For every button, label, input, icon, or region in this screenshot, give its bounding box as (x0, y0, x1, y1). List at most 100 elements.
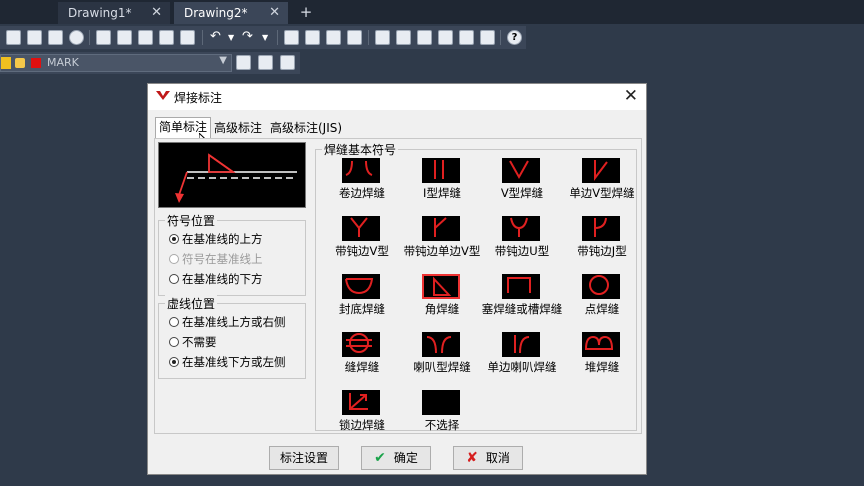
bevel-weld-icon (582, 158, 620, 183)
design-center-icon[interactable] (396, 30, 411, 45)
ok-button[interactable]: ✔ 确定 (361, 446, 431, 470)
plot-icon[interactable] (48, 30, 63, 45)
weld-symbol-none[interactable]: 不选择 (402, 390, 482, 440)
weld-symbol-label: I型焊缝 (423, 186, 461, 200)
tab-panel-simple: 符号位置 在基准线的上方 符号在基准线上 在基准线的下方 虚线位置 在基准线上方… (154, 138, 642, 434)
bevel-root-weld-icon (422, 216, 460, 241)
radio-dot (169, 274, 179, 284)
weld-symbol-y-weld[interactable]: 带钝边V型 (322, 216, 402, 266)
zoom-previous-icon[interactable] (347, 30, 362, 45)
surfacing-weld-icon (582, 332, 620, 357)
help-icon[interactable]: ? (507, 30, 522, 45)
close-icon[interactable]: ✕ (151, 2, 162, 24)
plug-weld-icon (502, 274, 540, 299)
weld-symbol-bevel-root-weld[interactable]: 带钝边单边V型 (402, 216, 482, 266)
weld-symbol-label: 锁边焊缝 (339, 418, 385, 432)
weld-symbol-bevel-weld[interactable]: 单边V型焊缝 (562, 158, 642, 208)
cut-icon[interactable] (96, 30, 111, 45)
layer-properties-icon[interactable] (236, 55, 251, 70)
new-tab-button[interactable]: + (298, 4, 314, 20)
weld-symbol-label: 堆焊缝 (584, 360, 620, 374)
chevron-down-icon[interactable]: ▼ (262, 30, 277, 45)
weld-symbol-spot-weld[interactable]: 点焊缝 (562, 274, 642, 324)
weld-symbol-flare-bevel-weld[interactable]: 单边喇叭焊缝 (482, 332, 562, 382)
tool-palettes-icon[interactable] (417, 30, 432, 45)
tab-drawing1[interactable]: Drawing1* ✕ (58, 2, 170, 24)
weld-symbol-flare-v-weld[interactable]: 喇叭型焊缝 (402, 332, 482, 382)
copy-icon[interactable] (117, 30, 132, 45)
i-weld-icon (422, 158, 460, 183)
print-preview-icon[interactable] (27, 30, 42, 45)
flare-v-weld-icon (422, 332, 460, 357)
print-icon[interactable] (6, 30, 21, 45)
cancel-button[interactable]: ✘ 取消 (453, 446, 523, 470)
radio-above-reference[interactable]: 在基准线的上方 (169, 231, 263, 247)
cancel-x-icon: ✘ (466, 450, 478, 466)
chevron-down-icon: ▼ (219, 55, 227, 66)
weld-symbol-u-weld[interactable]: 带钝边U型 (482, 216, 562, 266)
lock-icon (15, 58, 25, 68)
toolbar-separator (89, 30, 90, 45)
weld-symbol-seam-weld[interactable]: 缝焊缝 (322, 332, 402, 382)
weld-symbol-surfacing-weld[interactable]: 堆焊缝 (562, 332, 642, 382)
markup-icon[interactable] (459, 30, 474, 45)
redo-icon[interactable]: ↷ (242, 30, 257, 45)
layer-states-icon[interactable] (280, 55, 295, 70)
radio-dot (169, 234, 179, 244)
layer-previous-icon[interactable] (258, 55, 273, 70)
weld-symbol-v-weld[interactable]: V型焊缝 (482, 158, 562, 208)
j-weld-icon (582, 216, 620, 241)
radio-dashed-above-right[interactable]: 在基准线上方或右侧 (169, 314, 286, 330)
radio-label: 在基准线的下方 (182, 272, 263, 286)
properties-icon[interactable] (375, 30, 390, 45)
y-weld-icon (342, 216, 380, 241)
flange-weld-icon (342, 158, 380, 183)
seam-weld-icon (342, 332, 380, 357)
pan-icon[interactable] (284, 30, 299, 45)
radio-dashed-none[interactable]: 不需要 (169, 334, 217, 350)
close-icon[interactable]: ✕ (624, 86, 638, 106)
app-logo-icon (156, 91, 170, 100)
close-icon[interactable]: ✕ (269, 2, 280, 24)
layer-toolbar: MARK ▼ (0, 52, 300, 74)
weld-symbol-fillet-weld[interactable]: 角焊缝 (402, 274, 482, 324)
radio-below-reference[interactable]: 在基准线的下方 (169, 271, 263, 287)
weld-symbol-j-weld[interactable]: 带钝边J型 (562, 216, 642, 266)
match-properties-icon[interactable] (159, 30, 174, 45)
weld-preview (158, 142, 306, 208)
chevron-down-icon[interactable]: ▼ (228, 30, 243, 45)
radio-dashed-below-left[interactable]: 在基准线下方或左侧 (169, 354, 286, 370)
tab-advanced[interactable]: 高级标注 (211, 119, 265, 139)
paste-icon[interactable] (138, 30, 153, 45)
group-legend: 焊缝基本符号 (322, 141, 399, 158)
weld-symbol-plug-weld[interactable]: 塞焊缝或槽焊缝 (482, 274, 562, 324)
weld-symbol-label: 塞焊缝或槽焊缝 (481, 302, 563, 316)
weld-symbol-i-weld[interactable]: I型焊缝 (402, 158, 482, 208)
annotation-settings-button[interactable]: 标注设置 (269, 446, 339, 470)
layer-dropdown[interactable]: MARK ▼ (0, 54, 232, 72)
weld-symbol-lock-edge-weld[interactable]: 锁边焊缝 (322, 390, 402, 440)
zoom-window-icon[interactable] (326, 30, 341, 45)
radio-dot (169, 337, 179, 347)
tab-advanced-jis[interactable]: 高级标注(JIS) (267, 119, 345, 139)
undo-icon[interactable]: ↶ (210, 30, 225, 45)
block-icon[interactable] (180, 30, 195, 45)
radio-label: 在基准线上方或右侧 (182, 315, 286, 329)
publish-icon[interactable] (69, 30, 84, 45)
weld-symbol-label: V型焊缝 (500, 186, 544, 200)
button-label: 标注设置 (279, 451, 328, 465)
weld-symbol-label: 封底焊缝 (339, 302, 385, 316)
weld-symbol-backing-weld[interactable]: 封底焊缝 (322, 274, 402, 324)
none-icon (422, 390, 460, 415)
weld-symbol-flange-weld[interactable]: 卷边焊缝 (322, 158, 402, 208)
u-weld-icon (502, 216, 540, 241)
tab-drawing2[interactable]: Drawing2* ✕ (174, 2, 288, 24)
weld-symbol-label: 带钝边V型 (335, 244, 389, 258)
zoom-realtime-icon[interactable] (305, 30, 320, 45)
dashed-position-group: 虚线位置 在基准线上方或右侧 不需要 在基准线下方或左侧 (158, 295, 306, 379)
radio-label: 在基准线的上方 (182, 232, 263, 246)
sheet-set-icon[interactable] (438, 30, 453, 45)
calculator-icon[interactable] (480, 30, 495, 45)
document-tab-bar: Drawing1* ✕ Drawing2* ✕ + (0, 0, 864, 24)
weld-symbol-label: 点焊缝 (584, 302, 620, 316)
